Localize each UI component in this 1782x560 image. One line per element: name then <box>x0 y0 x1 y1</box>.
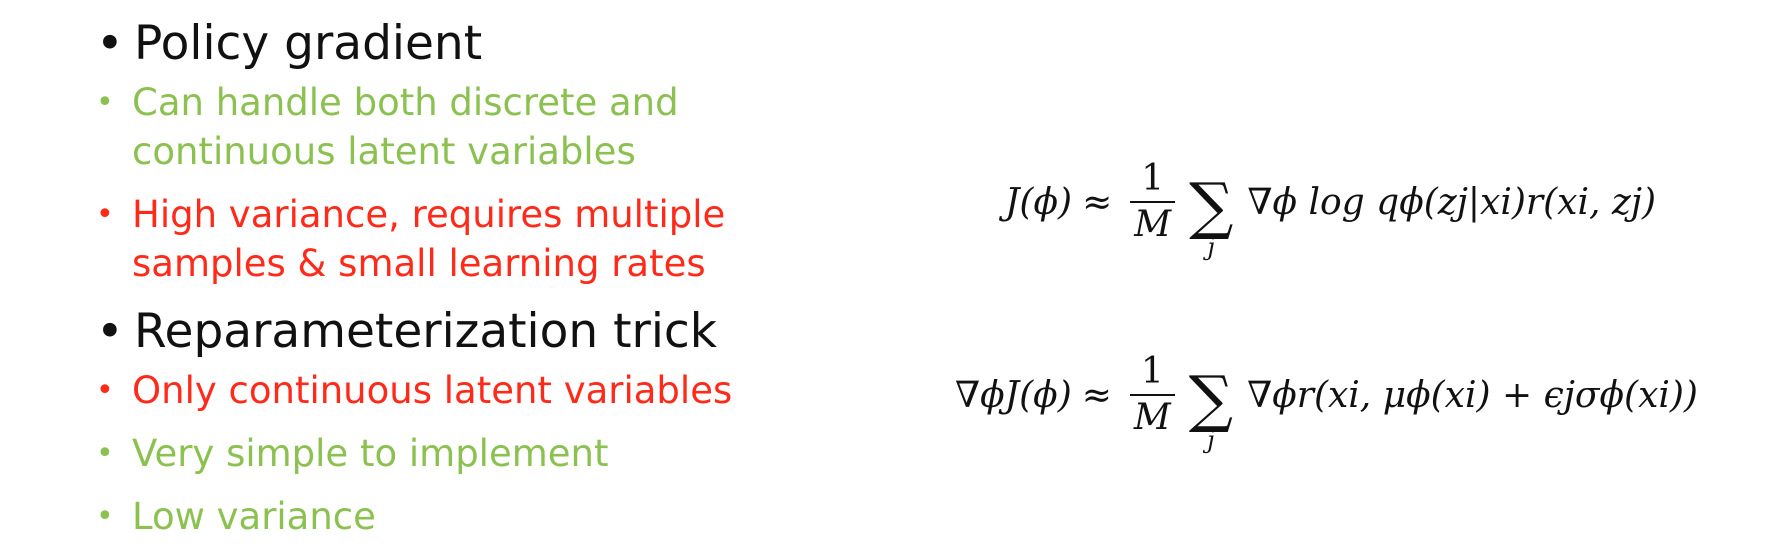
bullet-title: Reparameterization trick <box>134 304 717 359</box>
eq1-fraction: 1 M <box>1130 158 1176 243</box>
sigma-icon: ∑ <box>1188 362 1234 435</box>
sub-bullet-only-continuous: • Only continuous latent variables <box>96 366 896 415</box>
bullet-title: Policy gradient <box>134 16 483 71</box>
bullet-dot: • <box>96 436 114 471</box>
eq1-rhs: ∇ϕ log qϕ(zj|xi)r(xi, zj) <box>1247 181 1657 223</box>
bullet-policy-gradient: • Policy gradient <box>96 14 896 74</box>
bullet-dot: • <box>96 304 124 359</box>
eq1-sum-index: j <box>1207 233 1215 261</box>
sub-bullet-text: Low variance <box>132 495 376 538</box>
bullet-list: • Policy gradient • Can handle both disc… <box>96 14 896 555</box>
eq2-rhs: ∇ϕr(xi, μϕ(xi) + ϵjσϕ(xi)) <box>1247 374 1698 416</box>
eq1-approx: ≈ <box>1082 181 1113 223</box>
reparameterization-sublist: • Only continuous latent variables • Ver… <box>96 366 896 541</box>
reparameterization-group: • Reparameterization trick • Only contin… <box>96 302 896 541</box>
eq2-fraction: 1 M <box>1129 351 1175 436</box>
eq2-summation: ∑ j <box>1188 362 1234 454</box>
sub-bullet-text: Can handle both discrete and continuous … <box>132 81 679 173</box>
equation-policy-gradient: J(ϕ) ≈ 1 M ∑ j ∇ϕ log qϕ(zj|xi)r(xi, zj) <box>1005 145 1657 261</box>
bullet-dot: • <box>96 85 114 120</box>
equations-area: J(ϕ) ≈ 1 M ∑ j ∇ϕ log qϕ(zj|xi)r(xi, zj) <box>940 0 1760 560</box>
eq2-sum-index: j <box>1207 426 1215 454</box>
bullet-reparameterization: • Reparameterization trick <box>96 302 896 362</box>
policy-gradient-group: • Policy gradient • Can handle both disc… <box>96 14 896 288</box>
bullet-dot: • <box>96 197 114 232</box>
sub-bullet-text: Only continuous latent variables <box>132 369 733 412</box>
bullet-dot: • <box>96 499 114 534</box>
slide: • Policy gradient • Can handle both disc… <box>0 0 1782 560</box>
sub-bullet-low-variance: • Low variance <box>96 492 896 541</box>
sub-bullet-simple: • Very simple to implement <box>96 429 896 478</box>
eq2-frac-num: 1 <box>1140 351 1164 392</box>
eq1-lhs: J(ϕ) <box>1005 181 1073 223</box>
equation-reparameterization: ∇ϕJ(ϕ) ≈ 1 M ∑ j ∇ϕr(xi, μϕ(xi) + ϵjσϕ(x… <box>955 338 1698 454</box>
eq2-frac-den: M <box>1129 394 1175 436</box>
sigma-icon: ∑ <box>1189 169 1234 242</box>
sub-bullet-handle-both: • Can handle both discrete and continuou… <box>96 78 896 176</box>
policy-gradient-sublist: • Can handle both discrete and continuou… <box>96 78 896 288</box>
sub-bullet-text: Very simple to implement <box>132 432 609 475</box>
eq1-frac-num: 1 <box>1141 158 1165 199</box>
eq2-lhs: ∇ϕJ(ϕ) <box>955 374 1072 416</box>
eq2-approx: ≈ <box>1081 374 1112 416</box>
eq1-summation: ∑ j <box>1189 169 1234 261</box>
sub-bullet-high-variance: • High variance, requires multiple sampl… <box>96 190 896 288</box>
bullet-dot: • <box>96 373 114 408</box>
eq1-frac-den: M <box>1130 201 1176 243</box>
bullet-dot: • <box>96 16 124 71</box>
sub-bullet-text: High variance, requires multiple samples… <box>132 193 726 285</box>
